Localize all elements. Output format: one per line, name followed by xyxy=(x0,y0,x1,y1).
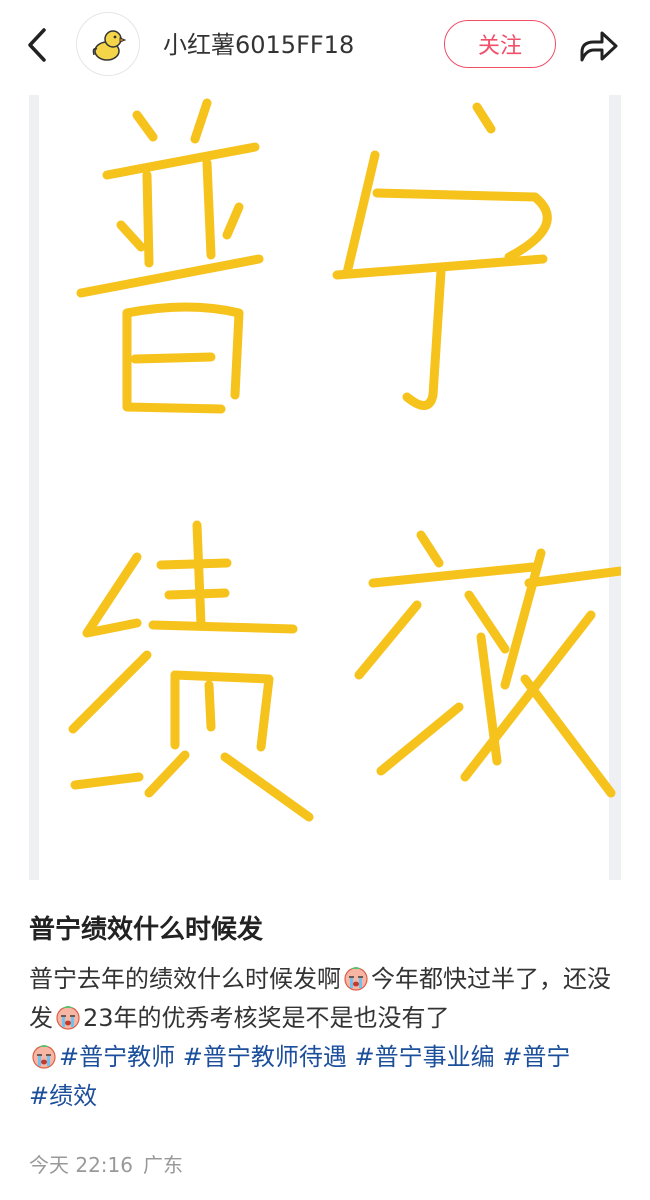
author-name[interactable]: 小红薯6015FF18 xyxy=(163,28,354,62)
back-button[interactable] xyxy=(18,22,58,68)
hashtag-link[interactable]: #绩效 xyxy=(29,1082,97,1110)
hashtag-link[interactable]: #普宁事业编 xyxy=(355,1043,495,1071)
share-arrow-icon xyxy=(580,31,618,62)
note-description: 普宁去年的绩效什么时候发啊 今年都快过半了，还没发 23年的优秀考核奖是不是也没… xyxy=(29,960,619,1116)
share-button[interactable] xyxy=(574,22,622,68)
follow-button[interactable]: 关注 xyxy=(444,20,556,68)
post-meta: 今天 22:16 广东 xyxy=(29,1150,183,1180)
post-location: 广东 xyxy=(143,1153,183,1177)
hashtag-link[interactable]: #普宁教师待遇 xyxy=(183,1043,347,1071)
crying-face-emoji-icon xyxy=(32,1045,56,1069)
hashtag-link[interactable]: #普宁教师 xyxy=(59,1043,175,1071)
hashtag-link[interactable]: #普宁 xyxy=(502,1043,570,1071)
note-image[interactable] xyxy=(29,95,621,880)
desc-text-1: 普宁去年的绩效什么时候发啊 xyxy=(29,965,341,993)
top-bar: 小红薯6015FF18 关注 xyxy=(0,0,650,95)
desc-text-3: 23年的优秀考核奖是不是也没有了 xyxy=(83,1004,450,1032)
handwritten-text-image xyxy=(68,98,621,822)
chevron-left-icon xyxy=(28,28,46,62)
author-avatar[interactable] xyxy=(76,12,140,76)
crying-face-emoji-icon xyxy=(344,967,368,991)
note-title: 普宁绩效什么时候发 xyxy=(29,915,264,945)
duck-avatar-icon xyxy=(92,30,127,61)
crying-face-emoji-icon xyxy=(56,1006,80,1030)
post-time: 今天 22:16 xyxy=(29,1153,133,1177)
